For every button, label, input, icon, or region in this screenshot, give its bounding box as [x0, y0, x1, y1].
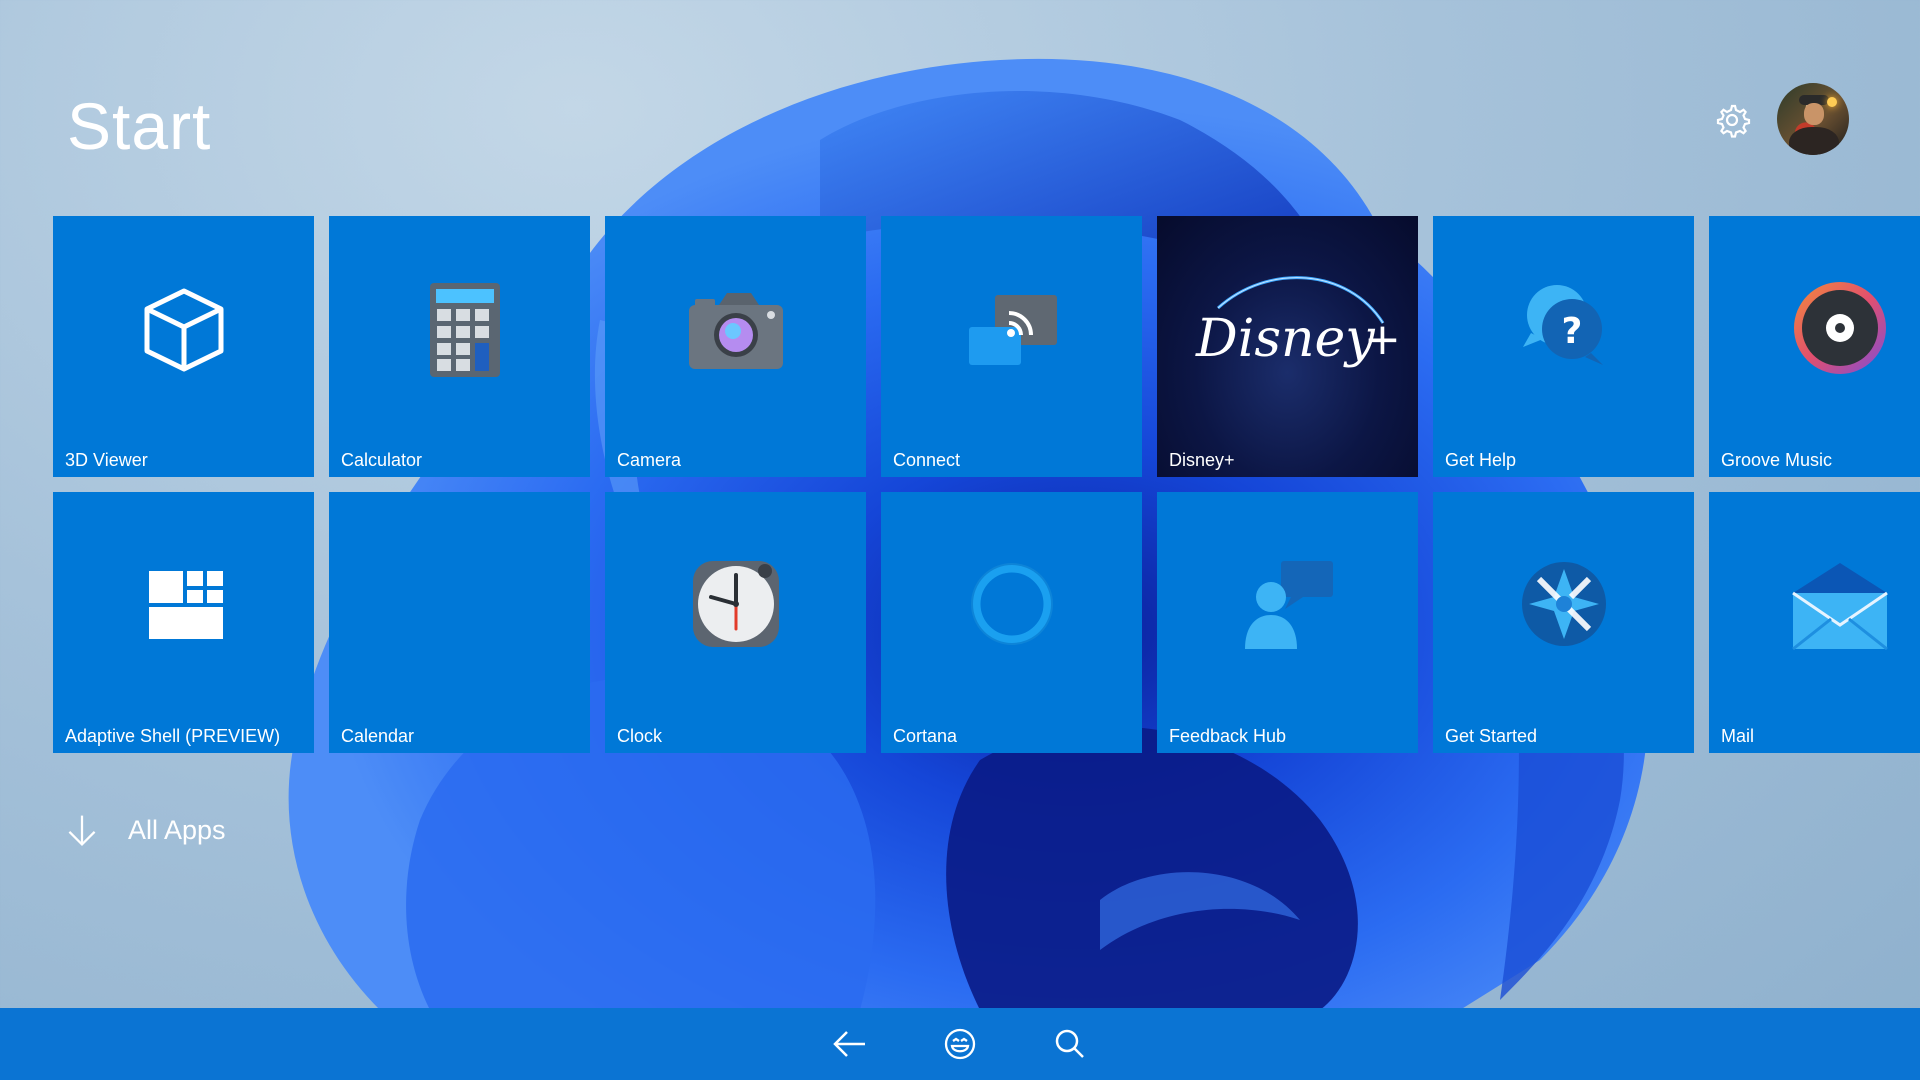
disney-plus-logo: Disney +: [1195, 276, 1398, 369]
svg-text:?: ?: [1561, 311, 1582, 352]
search-icon: [1055, 1029, 1084, 1058]
avatar-face: [1804, 103, 1824, 125]
tile-adaptive-shell[interactable]: Adaptive Shell (PREVIEW): [53, 492, 314, 753]
tile-label: Feedback Hub: [1169, 726, 1287, 746]
tile-label: Groove Music: [1721, 450, 1833, 470]
taskbar: [0, 1008, 1920, 1080]
search-button[interactable]: [1050, 1026, 1090, 1062]
tile-disney-plus[interactable]: Disney + Disney+: [1157, 216, 1418, 477]
tile-label: Clock: [617, 726, 663, 746]
user-avatar[interactable]: [1777, 83, 1849, 155]
cube-icon: [144, 288, 223, 372]
help-icon: ?: [1522, 285, 1603, 366]
avatar-body: [1789, 127, 1839, 155]
grid-icon: [148, 571, 223, 640]
back-button[interactable]: [829, 1026, 869, 1062]
arrow-down-icon: [68, 815, 96, 846]
tile-label: Cortana: [893, 726, 958, 746]
tile-get-started[interactable]: Get Started: [1433, 492, 1694, 753]
tile-label: Mail: [1721, 726, 1755, 746]
tile-label: 3D Viewer: [65, 450, 148, 470]
tile-connect[interactable]: Connect: [881, 216, 1142, 477]
calculator-icon: [429, 283, 500, 378]
tile-groove-music[interactable]: Groove Music: [1709, 216, 1920, 477]
tile-label: Disney+: [1169, 450, 1235, 470]
connect-icon: [968, 295, 1057, 366]
tile-label: Calendar: [341, 726, 415, 746]
tile-label: Camera: [617, 450, 682, 470]
mail-icon: [1791, 563, 1888, 651]
tile-label: Calculator: [341, 450, 423, 470]
emoji-button[interactable]: [940, 1026, 980, 1062]
all-apps-label: All Apps: [128, 814, 226, 845]
get-started-icon: [1521, 562, 1606, 647]
tile-calendar[interactable]: Calendar: [329, 492, 590, 753]
svg-text:Disney: Disney: [1195, 309, 1375, 369]
tile-camera[interactable]: Camera: [605, 216, 866, 477]
page-title: Start: [67, 89, 212, 163]
tile-label: Get Help: [1445, 450, 1517, 470]
tile-3d-viewer[interactable]: 3D Viewer: [53, 216, 314, 477]
tile-label: Adaptive Shell (PREVIEW): [65, 726, 281, 746]
tile-label: Get Started: [1445, 726, 1538, 746]
gear-icon: [1716, 104, 1751, 138]
camera-icon: [688, 293, 783, 370]
tile-calculator[interactable]: Calculator: [329, 216, 590, 477]
tile-clock[interactable]: Clock: [605, 492, 866, 753]
emoji-icon: [944, 1028, 976, 1060]
back-arrow-icon: [833, 1031, 865, 1057]
tile-cortana[interactable]: Cortana: [881, 492, 1142, 753]
feedback-icon: [1244, 561, 1333, 650]
clock-icon: [692, 561, 779, 648]
tile-mail[interactable]: Mail: [1709, 492, 1920, 753]
groove-music-icon: [1793, 282, 1886, 375]
tile-get-help[interactable]: ? Get Help: [1433, 216, 1694, 477]
all-apps-button[interactable]: All Apps: [64, 808, 226, 852]
tile-feedback-hub[interactable]: Feedback Hub: [1157, 492, 1418, 753]
cortana-icon: [970, 563, 1053, 646]
tile-label: Connect: [893, 450, 961, 470]
svg-text:+: +: [1364, 314, 1398, 365]
avatar-light: [1827, 97, 1837, 107]
settings-button[interactable]: [1712, 100, 1752, 140]
